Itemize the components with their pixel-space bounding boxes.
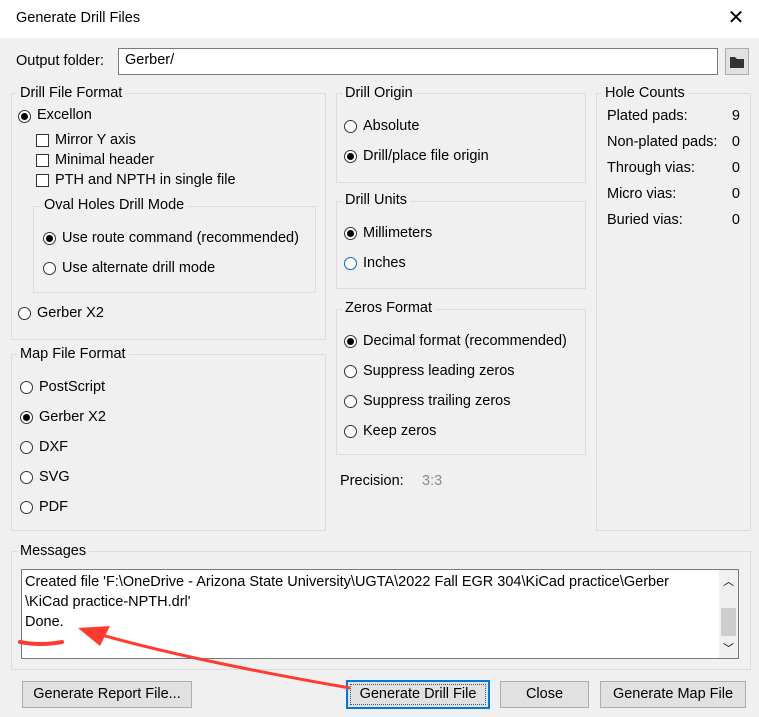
annotation-arrow-icon [18,626,351,690]
